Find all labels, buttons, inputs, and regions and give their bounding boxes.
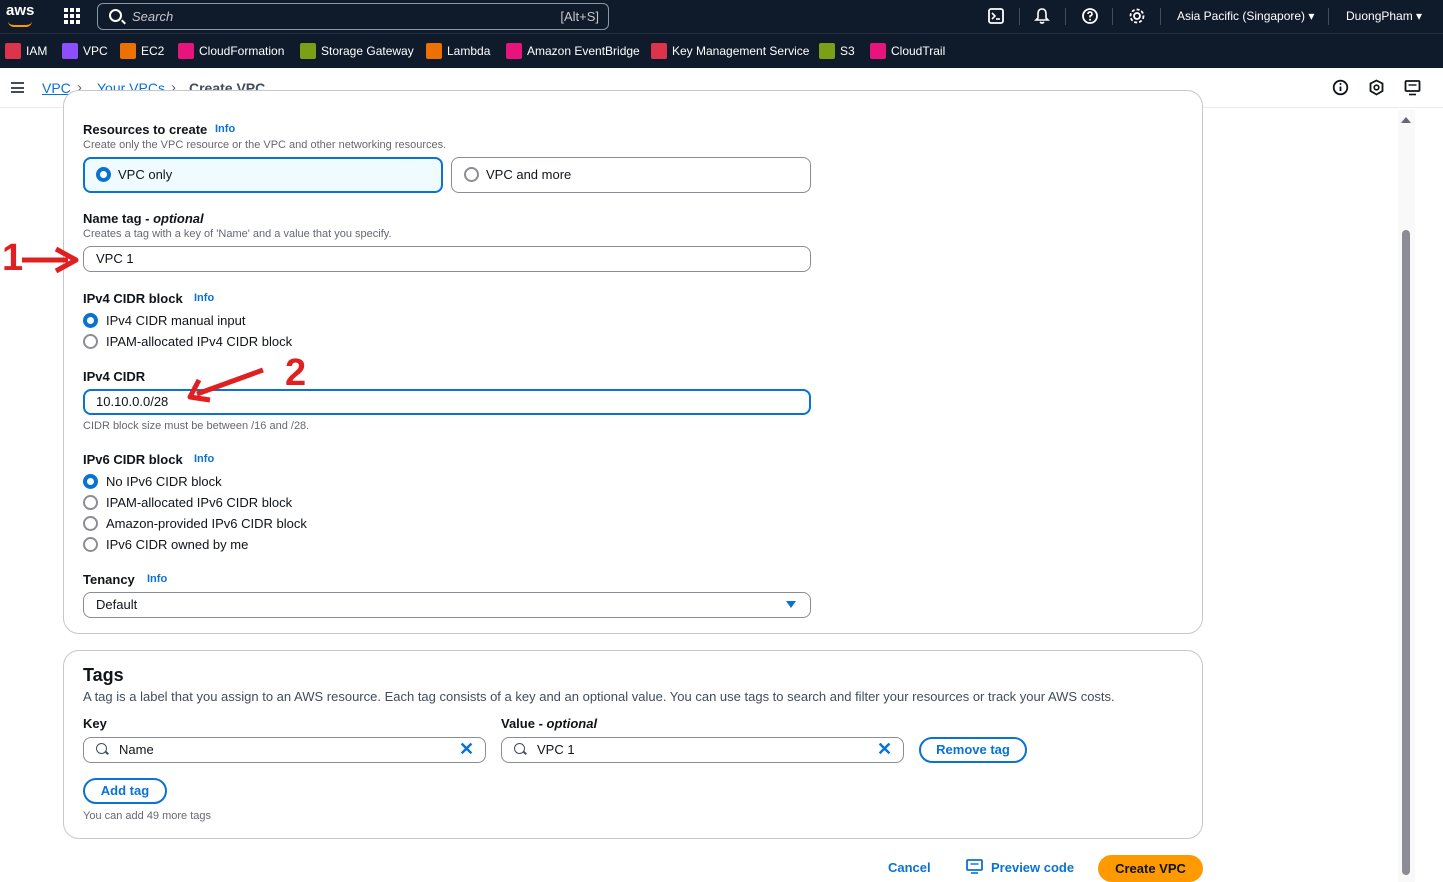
favorite-eventbridge[interactable]: Amazon EventBridge [506,43,640,59]
search-placeholder: Search [132,9,174,24]
radio-ipv6-ipam[interactable] [83,495,98,510]
cancel-button[interactable]: Cancel [888,860,931,875]
clear-value-icon[interactable]: ✕ [877,740,892,758]
tag-key-input[interactable]: Name [83,737,486,763]
kms-icon [651,43,667,59]
lambda-icon [426,43,442,59]
tags-title: Tags [83,665,124,685]
resources-description: Create only the VPC resource or the VPC … [83,139,447,151]
feedback-icon[interactable] [1404,79,1421,96]
cloudformation-icon [178,43,194,59]
region-selector[interactable]: Asia Pacific (Singapore) ▾ [1177,9,1314,23]
favorite-cloudformation[interactable]: CloudFormation [178,43,284,59]
preview-code-icon [966,859,983,874]
name-tag-input[interactable]: VPC 1 [83,246,811,272]
favorite-storage-gateway[interactable]: Storage Gateway [300,43,414,59]
tag-key-label: Key [83,716,107,731]
tags-description: A tag is a label that you assign to an A… [83,689,1115,704]
search-icon [109,9,122,22]
favorite-kms[interactable]: Key Management Service [651,43,809,59]
scroll-up-icon[interactable] [1401,117,1411,123]
option-ipv6-amazon-label: Amazon-provided IPv6 CIDR block [106,516,307,531]
create-vpc-button[interactable]: Create VPC [1098,855,1203,882]
tenancy-label: Tenancy [83,572,135,587]
radio-ipv6-amazon[interactable] [83,516,98,531]
favorite-vpc[interactable]: VPC [62,43,108,59]
vpc-icon [62,43,78,59]
radio-ipv6-owned[interactable] [83,537,98,552]
caret-down-icon [786,601,796,608]
option-ipv6-ipam-label: IPAM-allocated IPv6 CIDR block [106,495,293,510]
name-tag-label: Name tag - optional [83,211,204,226]
breadcrumb-vpc[interactable]: VPC [42,80,71,96]
option-vpc-only-label: VPC only [118,167,173,182]
favorite-s3[interactable]: S3 [819,43,855,59]
aws-logo[interactable]: aws [6,2,36,30]
favorite-lambda[interactable]: Lambda [426,43,490,59]
annotation-arrow-icon [20,245,80,275]
favorites-bar: IAM VPC EC2 CloudFormation Storage Gatew… [0,33,1443,68]
add-tag-button[interactable]: Add tag [83,778,167,804]
option-ipv6-owned-label: IPv6 CIDR owned by me [106,537,249,552]
option-vpc-and-more-label: VPC and more [486,167,572,182]
favorite-iam[interactable]: IAM [5,43,47,59]
ipv6-block-info-link[interactable]: Info [194,453,214,465]
bell-icon[interactable] [1033,7,1051,25]
scrollbar-thumb[interactable] [1402,230,1410,875]
tags-remaining: You can add 49 more tags [83,810,212,822]
radio-vpc-and-more[interactable] [464,167,479,182]
clear-key-icon[interactable]: ✕ [459,740,474,758]
storage-gateway-icon [300,43,316,59]
menu-icon[interactable] [11,82,24,93]
s3-icon [819,43,835,59]
eventbridge-icon [506,43,522,59]
favorite-cloudtrail[interactable]: CloudTrail [870,43,945,59]
account-menu[interactable]: DuongPham ▾ [1346,9,1422,23]
search-icon [514,743,525,754]
annotation-number-2: 2 [285,352,307,394]
search-input[interactable]: Search [Alt+S] [97,3,609,30]
top-navigation: aws Search [Alt+S] Asia Pacific (Singapo… [0,0,1443,33]
iam-icon [5,43,21,59]
preview-code-button[interactable]: Preview code [991,860,1074,875]
ipv4-cidr-label: IPv4 CIDR [83,369,146,384]
radio-ipv4-ipam[interactable] [83,334,98,349]
aws-logo-text: aws [6,2,35,19]
info-icon[interactable] [1332,79,1349,96]
tenancy-info-link[interactable]: Info [147,573,167,585]
search-shortcut: [Alt+S] [560,9,599,24]
radio-ipv4-manual[interactable] [83,313,98,328]
security-icon[interactable] [1368,79,1385,96]
services-grid-icon[interactable] [64,8,80,24]
option-ipv6-none-label: No IPv6 CIDR block [106,474,222,489]
ipv4-block-info-link[interactable]: Info [194,292,214,304]
cloudshell-icon[interactable] [987,7,1005,25]
gear-icon[interactable] [1128,7,1146,25]
radio-vpc-only[interactable] [96,167,111,182]
remove-tag-button[interactable]: Remove tag [919,737,1027,763]
radio-ipv6-none[interactable] [83,474,98,489]
resources-label: Resources to create [83,122,208,137]
favorite-ec2[interactable]: EC2 [120,43,164,59]
annotation-arrow-icon [185,362,267,404]
ipv4-block-label: IPv4 CIDR block [83,291,183,306]
tag-value-input[interactable]: VPC 1 [501,737,904,763]
help-icon[interactable] [1081,7,1099,25]
search-icon [96,743,107,754]
tag-value-label: Value - optional [501,716,598,731]
ipv4-cidr-hint: CIDR block size must be between /16 and … [83,420,310,432]
cloudtrail-icon [870,43,886,59]
name-tag-description: Creates a tag with a key of 'Name' and a… [83,228,392,240]
tenancy-select[interactable]: Default [83,592,811,618]
ec2-icon [120,43,136,59]
option-ipv4-manual-label: IPv4 CIDR manual input [106,313,246,328]
resources-info-link[interactable]: Info [215,123,235,135]
ipv6-block-label: IPv6 CIDR block [83,452,183,467]
option-ipv4-ipam-label: IPAM-allocated IPv4 CIDR block [106,334,293,349]
